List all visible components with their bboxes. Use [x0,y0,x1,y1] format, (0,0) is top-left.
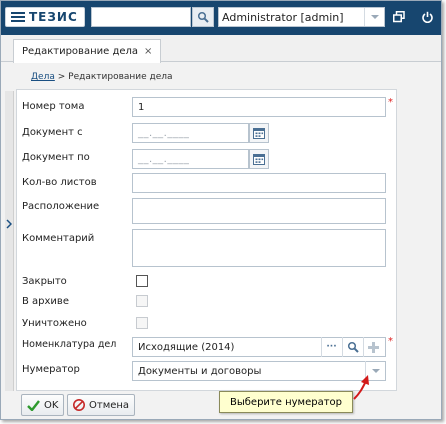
ok-button-label: OK [44,399,59,411]
cancel-button-label: Отмена [89,399,130,411]
location-label: Расположение [22,201,100,212]
window-restore-icon[interactable] [391,9,407,25]
nomenclature-value: Исходящие (2014) [138,341,235,353]
chevron-down-icon [364,8,384,26]
app-menu-logo[interactable]: ТЕЗИС [5,7,85,27]
required-marker: * [388,97,393,108]
doc-from-placeholder: __.__.____ [138,127,190,139]
doc-from-calendar-button[interactable] [249,123,269,143]
tooltip-pointer-arrow-icon [353,375,369,400]
global-search-input[interactable] [91,7,191,27]
location-input[interactable] [132,198,386,224]
volume-number-label: Номер тома [22,101,85,112]
app-window: ТЕЗИС Administrator [admin] Редактирован… [0,0,442,420]
no-entry-icon [73,399,85,411]
nomenclature-lookup-button[interactable]: ··· [321,337,341,357]
numerator-value: Документы и договоры [138,365,262,377]
comment-label: Комментарий [22,233,95,244]
sheet-count-label: Кол-во листов [22,177,97,188]
archived-label: В архиве [22,296,69,307]
nomenclature-add-button[interactable] [363,337,383,357]
doc-from-date-input[interactable]: __.__.____ [132,123,249,143]
nomenclature-label: Номенклатура дел [22,339,117,350]
global-search-button[interactable] [192,7,214,27]
ok-button[interactable]: OK [21,394,65,416]
numerator-tooltip: Выберите нумератор [219,391,353,413]
calendar-icon [253,128,265,139]
tooltip-text: Выберите нумератор [230,396,342,408]
destroyed-label: Уничтожено [22,318,87,329]
destroyed-checkbox[interactable] [136,317,148,329]
doc-to-label: Документ по [22,152,90,163]
power-icon[interactable] [419,9,435,25]
sheet-count-input[interactable] [132,173,386,193]
nomenclature-search-button[interactable] [342,337,362,357]
side-panel-toggle[interactable] [5,91,14,391]
checkmark-icon [27,399,40,411]
tab-edit-case[interactable]: Редактирование дела × [13,39,162,63]
archived-checkbox[interactable] [136,295,148,307]
calendar-icon [253,154,265,165]
numerator-label: Нумератор [22,364,80,375]
magnifier-icon [197,11,209,23]
closed-label: Закрыто [22,276,67,287]
volume-number-input[interactable]: 1 [132,97,386,117]
numerator-select[interactable]: Документы и договоры [132,361,386,381]
breadcrumb-link-cases[interactable]: Дела [31,72,55,82]
close-icon[interactable]: × [144,46,152,57]
breadcrumb-separator: > [57,72,66,82]
comment-textarea[interactable] [132,229,386,267]
tab-bar: Редактирование дела × [1,35,441,63]
breadcrumb: Дела > Редактирование дела [31,72,173,82]
breadcrumb-current: Редактирование дела [68,72,173,82]
user-select-value: Administrator [admin] [222,10,344,24]
volume-number-value: 1 [138,101,145,113]
hamburger-icon [11,12,25,22]
logo-text: ТЕЗИС [29,10,78,24]
magnifier-icon [347,341,359,353]
required-marker: * [388,336,393,347]
top-bar: ТЕЗИС Administrator [admin] [1,1,441,35]
closed-checkbox[interactable] [136,275,148,287]
doc-from-label: Документ с [22,127,83,138]
doc-to-calendar-button[interactable] [249,149,269,169]
doc-to-placeholder: __.__.____ [138,153,190,165]
cancel-button[interactable]: Отмена [67,394,136,416]
plus-icon [368,341,379,353]
doc-to-date-input[interactable]: __.__.____ [132,149,249,169]
chevron-right-icon [6,219,13,232]
user-select[interactable]: Administrator [admin] [218,7,385,27]
tab-label: Редактирование дела [22,46,139,57]
